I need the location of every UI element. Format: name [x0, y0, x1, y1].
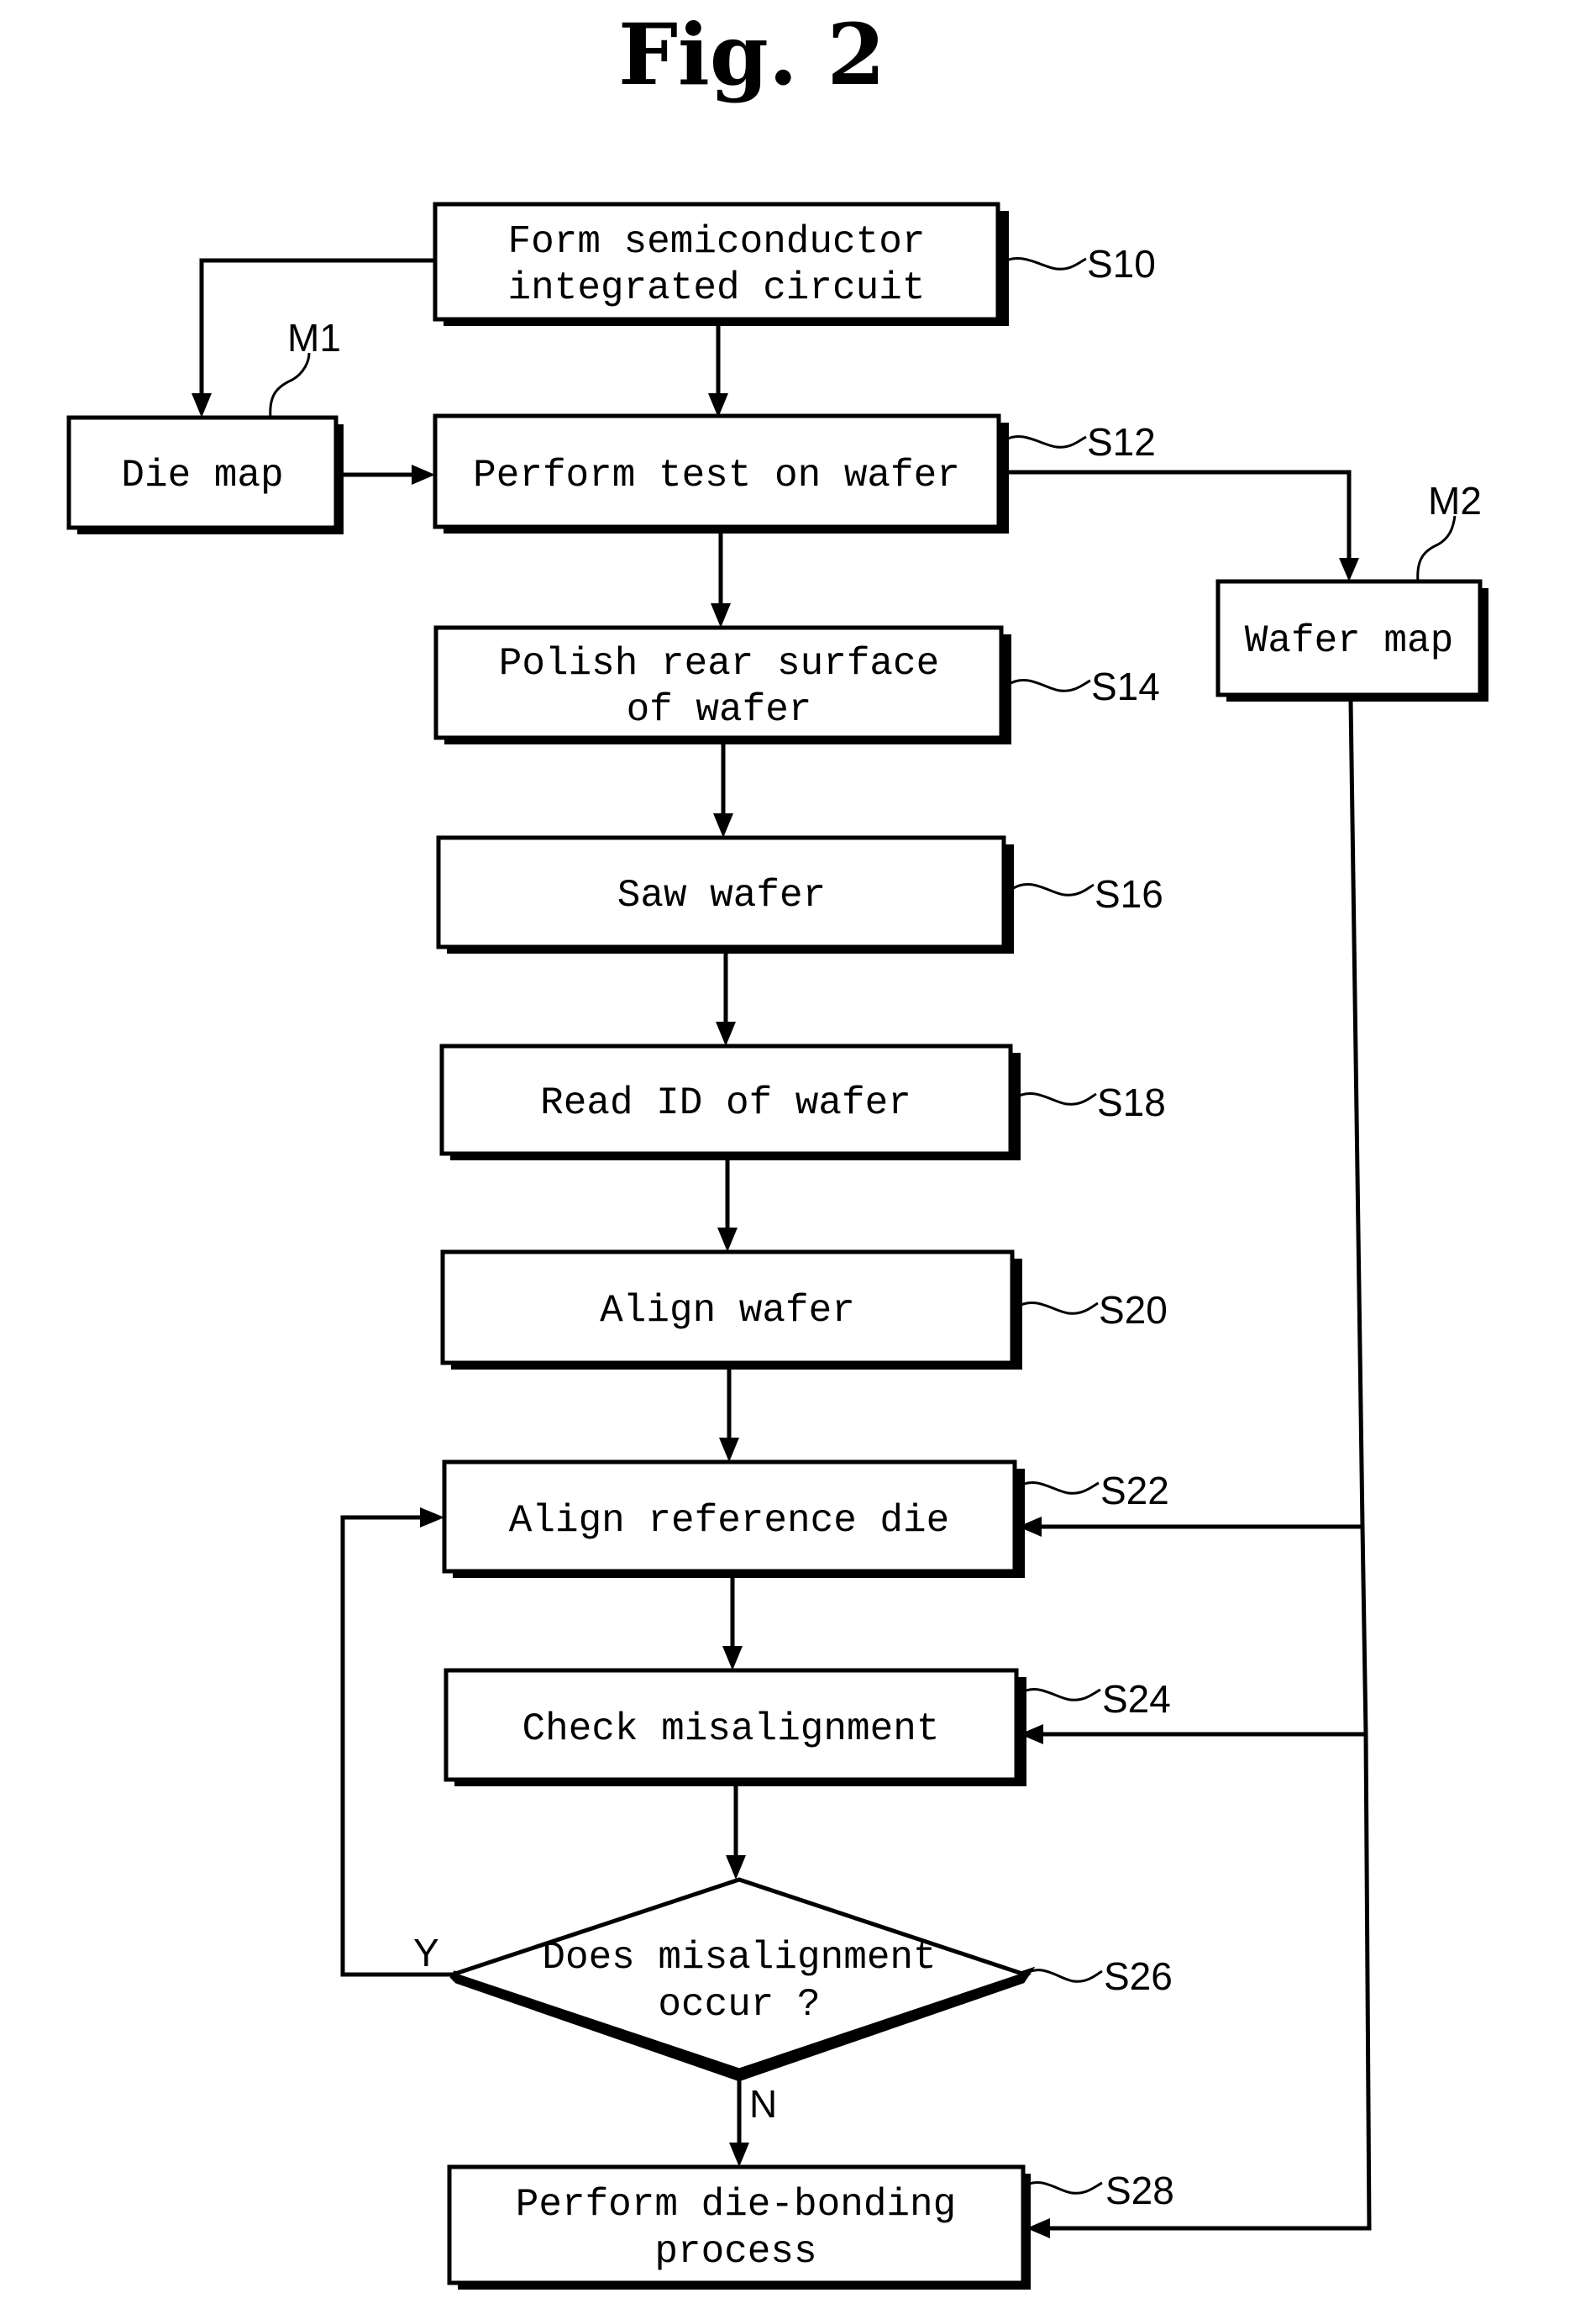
arrowhead-s26	[726, 1855, 746, 1880]
arrowhead-s18	[716, 1022, 736, 1046]
ref-label-s10: S10	[1087, 242, 1156, 286]
ref-label-s26: S26	[1104, 1954, 1173, 1998]
step-s24: Check misalignment	[444, 1668, 1026, 1786]
reference-labels: S10 S12 S14 S16 S18 S20 S22 S24 S26 S28 …	[287, 242, 1482, 2212]
branch-label-no: N	[749, 2082, 777, 2126]
ref-label-s24: S24	[1102, 1677, 1171, 1721]
die-map-label: Die map	[121, 454, 283, 497]
arrowhead-loop-s22	[420, 1507, 444, 1528]
step-s22: Align reference die	[442, 1459, 1025, 1578]
leader-s20	[1016, 1301, 1099, 1315]
edge-m2-bus	[1048, 701, 1372, 2231]
leader-s10	[1000, 257, 1087, 271]
leader-s26	[1024, 1969, 1103, 1983]
branch-label-yes: Y	[413, 1931, 439, 1975]
leader-m2	[1416, 515, 1457, 582]
step-label: Align reference die	[509, 1499, 950, 1543]
ref-label-s28: S28	[1105, 2169, 1174, 2212]
edge-s12-m2	[1004, 470, 1352, 560]
figure-title: Fig. 2	[618, 5, 885, 104]
arrowhead-s14	[711, 603, 731, 628]
ref-label-s18: S18	[1097, 1081, 1166, 1124]
leader-m1	[269, 352, 311, 418]
step-s12: Perform test on wafer	[433, 413, 1009, 534]
step-s28: Perform die-bonding process	[447, 2164, 1031, 2290]
step-s10: Form semiconductor integrated circuit	[433, 202, 1009, 326]
leader-s28	[1022, 2181, 1103, 2195]
die-map-box: Die map	[66, 415, 344, 534]
decision-label-line-2: occur ?	[658, 1983, 820, 2027]
step-label: Read ID of wafer	[540, 1081, 911, 1125]
ref-label-s12: S12	[1087, 420, 1156, 464]
arrowhead-m1	[192, 393, 212, 418]
arrowhead-m1-s12	[412, 465, 435, 485]
ref-label-s14: S14	[1091, 665, 1160, 708]
step-label-line-2: of wafer	[627, 688, 812, 732]
flowchart: Fig. 2 Form semiconductor integrated cir…	[66, 5, 1488, 2290]
arrowhead-s22	[719, 1438, 739, 1462]
step-label-line-2: integrated circuit	[508, 266, 926, 310]
step-s18: Read ID of wafer	[439, 1044, 1021, 1160]
arrowhead-s28	[729, 2143, 749, 2167]
leader-s16	[1011, 883, 1095, 897]
reference-leaders	[269, 257, 1457, 2195]
ref-label-s16: S16	[1095, 872, 1163, 916]
arrowhead-s16	[713, 813, 733, 838]
decision-s26: Does misalignment occur ?	[446, 1877, 1036, 2082]
arrowhead-m2	[1339, 558, 1359, 581]
step-label: Perform test on wafer	[473, 454, 960, 497]
wafer-map-box: Wafer map	[1215, 579, 1488, 702]
leader-s14	[1007, 679, 1091, 692]
leader-s24	[1019, 1688, 1101, 1701]
step-label-line-1: Polish rear surface	[499, 642, 940, 686]
ref-label-m1: M1	[287, 316, 341, 360]
step-label: Align wafer	[600, 1289, 855, 1333]
leader-s12	[1003, 435, 1087, 449]
step-label-line-2: process	[654, 2230, 816, 2274]
leader-s22	[1017, 1481, 1100, 1495]
step-label: Check misalignment	[522, 1707, 940, 1751]
leader-s18	[1014, 1092, 1097, 1106]
step-s20: Align wafer	[440, 1249, 1022, 1370]
step-s16: Saw wafer	[436, 835, 1014, 954]
step-label-line-1: Form semiconductor	[508, 220, 926, 264]
step-label: Saw wafer	[617, 874, 826, 918]
decision-label-line-1: Does misalignment	[542, 1936, 936, 1980]
step-s14: Polish rear surface of wafer	[433, 625, 1011, 744]
ref-label-s22: S22	[1100, 1469, 1169, 1512]
ref-label-s20: S20	[1099, 1288, 1168, 1332]
step-label-line-1: Perform die-bonding	[516, 2183, 957, 2227]
wafer-map-label: Wafer map	[1245, 619, 1453, 663]
edge-s26-s22-loop	[340, 1515, 453, 1977]
arrowhead-s20	[717, 1228, 738, 1252]
arrowhead-s24	[722, 1646, 743, 1670]
ref-label-m2: M2	[1428, 479, 1482, 523]
